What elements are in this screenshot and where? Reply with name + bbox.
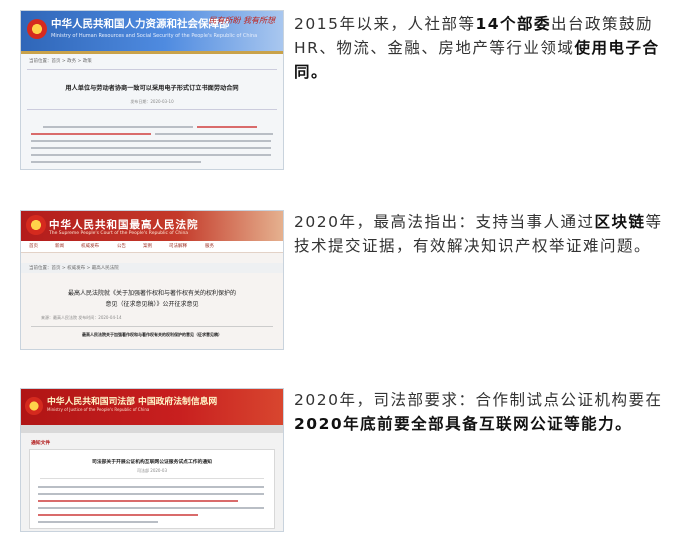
spc-nav-item[interactable]: 服务 [205, 243, 214, 249]
highlighted-text-line [31, 133, 151, 135]
spc-site-banner: 中华人民共和国最高人民法院 The Supreme People's Court… [21, 211, 283, 241]
spc-nav-item[interactable]: 司法解释 [169, 243, 187, 249]
text-line [38, 521, 158, 523]
content-divider [31, 326, 273, 327]
spc-site-english-name: The Supreme People's Court of the People… [49, 231, 189, 236]
spc-nav-item[interactable]: 公告 [117, 243, 126, 249]
caption-text: 2020年，最高法指出：支持当事人通过 [294, 213, 595, 231]
text-line [31, 161, 201, 163]
caption-text: 2015年以来，人社部等 [294, 15, 476, 33]
moj-site-name: 中华人民共和国司法部 中国政府法制信息网 [47, 397, 218, 407]
mohrss-doc-title: 用人单位与劳动者协商一致可以采用电子形式订立书面劳动合同 [65, 85, 239, 92]
content-divider [27, 69, 277, 70]
national-emblem-icon [25, 397, 43, 415]
row-mohrss: 中华人民共和国人力资源和社会保障部 Ministry of Human Reso… [0, 0, 696, 180]
caption-text: 2020年，司法部要求：合作制试点公证机构要在 [294, 391, 663, 409]
moj-content-panel: 司法部关于开展公证机构互联网公证服务试点工作的通知 司法部 2020-03 [29, 449, 275, 529]
mohrss-site-banner: 中华人民共和国人力资源和社会保障部 Ministry of Human Reso… [21, 11, 283, 51]
content-divider [40, 478, 264, 479]
moj-doc-title: 司法部关于开展公证机构互联网公证服务试点工作的通知 [92, 460, 212, 465]
banner-divider [21, 51, 283, 54]
caption-bold-text: 2020年底前要全部具备互联网公证等能力。 [294, 415, 633, 433]
caption-bold-text: 。 [311, 63, 329, 81]
highlighted-text-line [38, 500, 238, 502]
spc-screenshot-thumbnail[interactable]: 中华人民共和国最高人民法院 The Supreme People's Court… [20, 210, 284, 350]
mohrss-site-name: 中华人民共和国人力资源和社会保障部 [51, 18, 230, 30]
caption-bold-text: 区块链 [594, 213, 646, 231]
mohrss-site-english-name: Ministry of Human Resources and Social S… [51, 33, 258, 39]
text-line [43, 126, 193, 128]
content-divider [27, 109, 277, 110]
caption-bold-text: 14个部委 [475, 15, 552, 33]
spc-doc-title-line1: 最高人民法院就《关于加强著作权和与著作权有关的权利保护的 [67, 290, 236, 297]
spc-breadcrumb: 当前位置：首页 > 权威发布 > 最高人民法院 [29, 266, 119, 271]
text-line [31, 154, 271, 156]
spc-site-name: 中华人民共和国最高人民法院 [49, 219, 199, 231]
spc-footer-text: 最高人民法院关于加强著作权和与著作权有关的权利保护的意见（征求意见稿） [82, 332, 222, 337]
national-emblem-icon [26, 215, 46, 235]
highlighted-text-line [197, 126, 257, 128]
mohrss-doc-meta: 发布日期：2020-03-10 [130, 99, 174, 104]
row-moj: 中华人民共和国司法部 中国政府法制信息网 Ministry of Justice… [0, 378, 696, 538]
text-line [155, 133, 273, 135]
moj-site-banner: 中华人民共和国司法部 中国政府法制信息网 Ministry of Justice… [21, 389, 283, 425]
text-line [31, 147, 271, 149]
mohrss-caption: 2015年以来，人社部等14个部委出台政策鼓励HR、物流、金融、房地产等行业领域… [294, 12, 679, 84]
spc-nav-item[interactable]: 权威发布 [81, 243, 99, 249]
mohrss-breadcrumb: 当前位置：首页 > 政务 > 政策 [29, 59, 92, 64]
text-line [31, 140, 271, 142]
text-line [38, 493, 264, 495]
spc-nav-item[interactable]: 案例 [143, 243, 152, 249]
moj-screenshot-thumbnail[interactable]: 中华人民共和国司法部 中国政府法制信息网 Ministry of Justice… [20, 388, 284, 532]
mohrss-slogan: 民有所盼 我有所想 [208, 16, 275, 25]
moj-site-english-name: Ministry of Justice of the People's Repu… [47, 407, 150, 412]
spc-doc-title-line2: 意见（征求意见稿）》公开征求意见 [105, 301, 199, 308]
moj-nav-bar [21, 425, 283, 433]
spc-doc-meta: 来源：最高人民法院 发布时间：2020-04-14 [41, 315, 122, 320]
mohrss-screenshot-thumbnail[interactable]: 中华人民共和国人力资源和社会保障部 Ministry of Human Reso… [20, 10, 284, 170]
highlighted-text-line [38, 514, 198, 516]
spc-caption: 2020年，最高法指出：支持当事人通过区块链等技术提交证据，有效解决知识产权举证… [294, 210, 679, 258]
row-spc: 中华人民共和国最高人民法院 The Supreme People's Court… [0, 200, 696, 360]
moj-doc-meta: 司法部 2020-03 [137, 468, 167, 473]
national-emblem-icon [27, 19, 47, 39]
moj-section-label: 通知文件 [31, 441, 51, 446]
moj-caption: 2020年，司法部要求：合作制试点公证机构要在 2020年底前要全部具备互联网公证… [294, 388, 679, 436]
text-line [38, 486, 264, 488]
spc-nav-item[interactable]: 新闻 [55, 243, 64, 249]
text-line [38, 507, 264, 509]
spc-nav-item[interactable]: 首页 [29, 243, 38, 249]
spc-nav-bar: 首页 新闻 权威发布 公告 案例 司法解释 服务 [21, 241, 283, 253]
